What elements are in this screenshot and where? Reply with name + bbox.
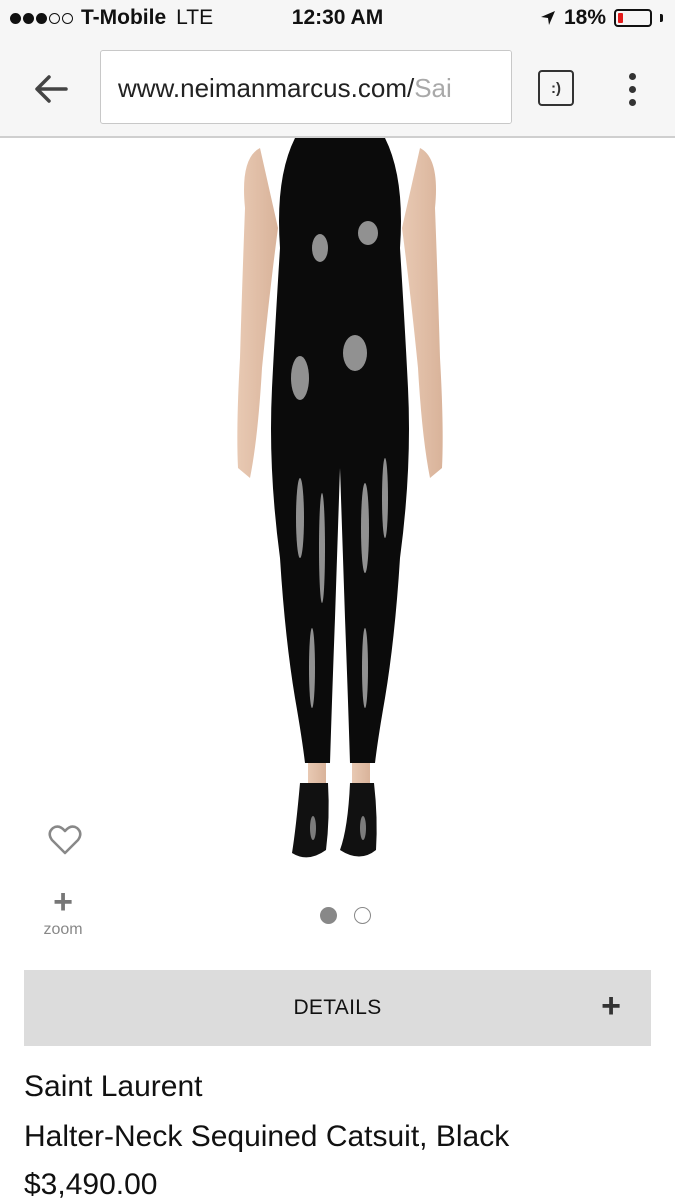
product-brand: Saint Laurent [24,1070,203,1103]
battery-percent: 18% [563,6,606,29]
battery-nub [660,14,663,22]
browser-toolbar: www.neimanmarcus.com/Sai :) [0,38,675,138]
menu-dot [628,98,636,106]
url-host: www.neimanmarcus.com/ [118,73,415,103]
status-right: 18% [540,6,663,30]
url-bar[interactable]: www.neimanmarcus.com/Sai [100,50,512,124]
product-name: Halter-Neck Sequined Catsuit, Black [24,1120,510,1153]
heart-icon[interactable] [48,823,82,857]
url-path: Sai [414,73,452,103]
zoom-label: zoom [43,921,83,938]
menu-dot [628,72,636,80]
plus-icon: + [53,883,73,921]
carousel-dot[interactable] [354,907,371,924]
url-text: www.neimanmarcus.com/Sai [118,73,452,104]
menu-dot [628,85,636,93]
zoom-button[interactable]: + zoom [30,885,96,945]
details-label: DETAILS [293,996,382,1019]
plus-icon: + [601,987,621,1025]
product-price: $3,490.00 [24,1168,158,1200]
location-arrow-icon [540,11,555,25]
details-toggle[interactable]: DETAILS + [24,970,651,1046]
carousel-indicators [320,907,371,924]
url-fade [481,51,511,123]
reader-mode-icon[interactable]: :) [538,70,574,106]
battery-level [618,13,624,23]
back-button[interactable] [26,64,76,114]
carousel-dot[interactable] [320,907,337,924]
battery-icon [614,9,652,27]
back-arrow-icon [35,75,68,103]
product-image[interactable] [200,138,480,878]
status-bar: T-Mobile LTE 12:30 AM 18% [0,0,675,38]
more-vert-icon[interactable] [620,64,644,114]
